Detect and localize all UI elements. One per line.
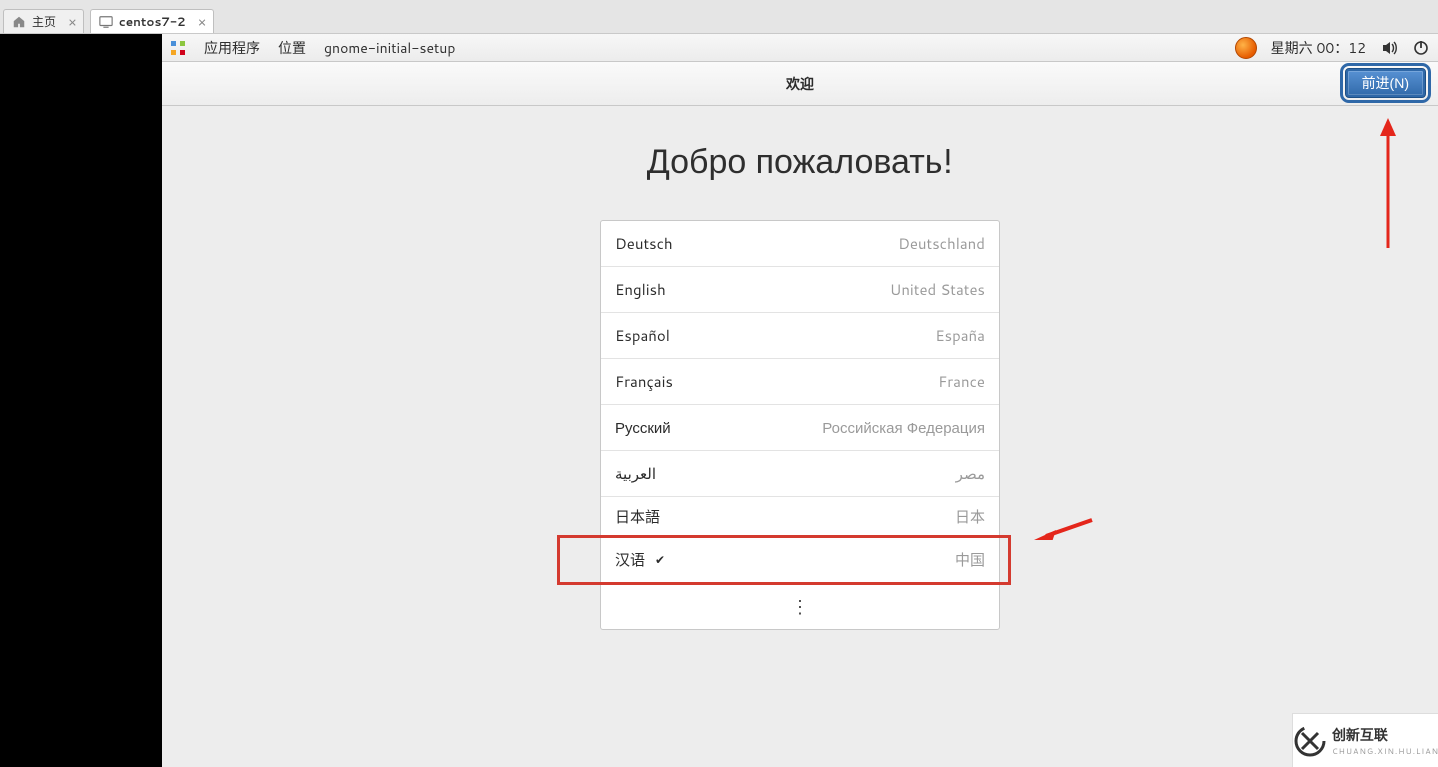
list-item[interactable]: Français France xyxy=(601,359,999,405)
annotation-arrow-left xyxy=(1034,516,1094,540)
country-name: United States xyxy=(890,279,985,300)
watermark: 创新互联 CHUANG.XIN.HU.LIAN xyxy=(1292,713,1438,767)
country-name: 中国 xyxy=(955,549,985,570)
country-name: مصر xyxy=(956,463,985,484)
country-name: Российская Федерация xyxy=(822,417,985,438)
list-item-selected[interactable]: 汉语 ✔ 中国 xyxy=(559,537,1009,583)
tab-home-label: 主页 xyxy=(32,13,56,30)
watermark-logo-icon xyxy=(1292,723,1328,759)
tab-vm[interactable]: centos7-2 × xyxy=(90,9,214,33)
country-name: France xyxy=(938,371,985,392)
watermark-brand: 创新互联 xyxy=(1332,725,1438,745)
check-icon: ✔ xyxy=(655,551,665,568)
vm-tabs-bar: 主页 × centos7-2 × xyxy=(0,7,1438,34)
list-item[interactable]: 日本語 日本 xyxy=(601,497,999,537)
menu-applications[interactable]: 应用程序 xyxy=(204,38,260,58)
vertical-dots-icon: ⋮ xyxy=(791,593,809,619)
watermark-sub: CHUANG.XIN.HU.LIAN xyxy=(1332,745,1438,757)
notification-orange-icon[interactable] xyxy=(1235,37,1257,59)
language-name: Français xyxy=(615,371,673,392)
menu-places[interactable]: 位置 xyxy=(278,38,306,58)
more-languages-button[interactable]: ⋮ xyxy=(601,583,999,629)
annotation-arrow-up xyxy=(1378,118,1398,248)
list-item[interactable]: العربية مصر xyxy=(601,451,999,497)
home-icon xyxy=(12,15,26,29)
close-icon[interactable]: × xyxy=(62,12,77,32)
language-name: English xyxy=(615,279,666,300)
language-name: العربية xyxy=(615,463,656,484)
tab-vm-label: centos7-2 xyxy=(119,13,186,30)
country-name: 日本 xyxy=(955,506,985,527)
power-icon[interactable] xyxy=(1412,39,1430,57)
stage: Добро пожаловать! Deutsch Deutschland En… xyxy=(162,106,1438,767)
next-button-label: 前进(N) xyxy=(1362,73,1409,93)
apps-icon xyxy=(170,40,186,56)
list-item[interactable]: Español España xyxy=(601,313,999,359)
language-name: 日本語 xyxy=(615,506,660,527)
datetime[interactable]: 星期六 00：12 xyxy=(1271,38,1366,58)
country-name: España xyxy=(935,325,985,346)
list-item[interactable]: English United States xyxy=(601,267,999,313)
language-name: Deutsch xyxy=(615,233,673,254)
vm-screen: 应用程序 位置 gnome-initial-setup 星期六 00：12 欢迎… xyxy=(162,34,1438,767)
country-name: Deutschland xyxy=(898,233,985,254)
page-title: 欢迎 xyxy=(786,74,814,94)
language-name: Español xyxy=(615,325,670,346)
header-bar: 欢迎 前进(N) xyxy=(162,62,1438,106)
volume-icon[interactable] xyxy=(1380,39,1398,57)
list-item[interactable]: Deutsch Deutschland xyxy=(601,221,999,267)
language-name: 汉语 xyxy=(615,549,645,570)
language-name: Русский xyxy=(615,417,671,438)
tab-home[interactable]: 主页 × xyxy=(3,9,84,33)
vm-monitor-icon xyxy=(99,15,113,29)
gnome-top-bar: 应用程序 位置 gnome-initial-setup 星期六 00：12 xyxy=(162,34,1438,62)
language-list: Deutsch Deutschland English United State… xyxy=(600,220,1000,630)
list-item[interactable]: Русский Российская Федерация xyxy=(601,405,999,451)
close-icon[interactable]: × xyxy=(192,12,207,32)
active-app-name[interactable]: gnome-initial-setup xyxy=(324,38,455,58)
next-button[interactable]: 前进(N) xyxy=(1345,68,1426,98)
welcome-heading: Добро пожаловать! xyxy=(162,106,1438,184)
